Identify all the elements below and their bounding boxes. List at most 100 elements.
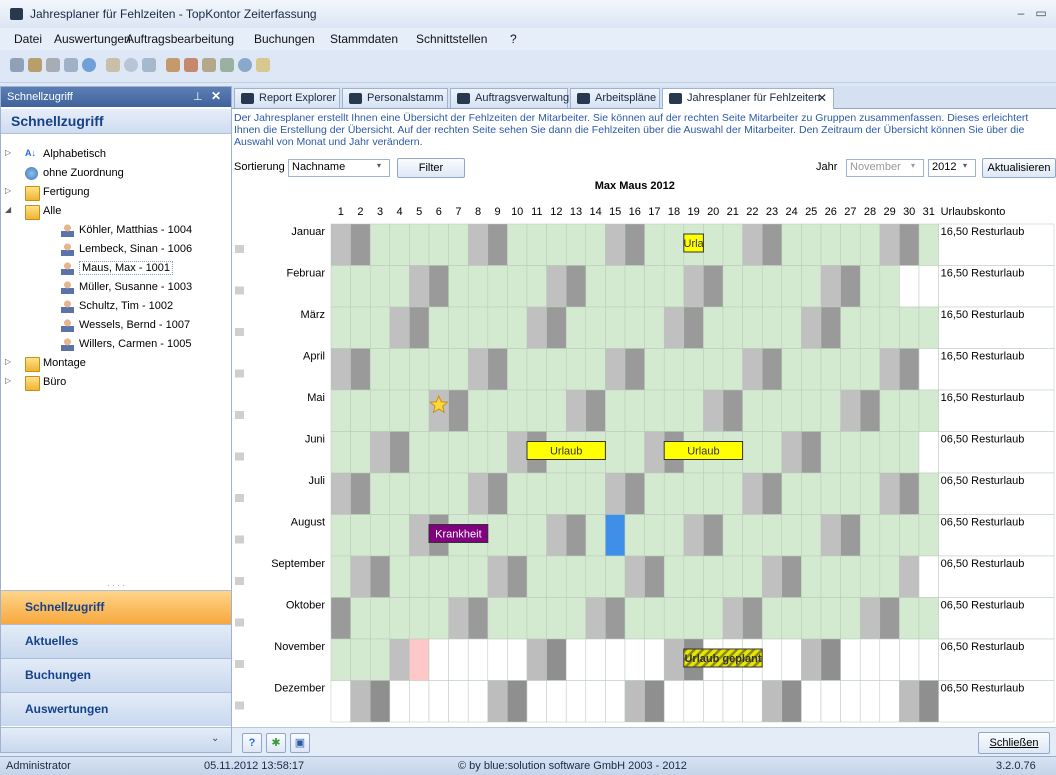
day-cell[interactable] [859, 472, 881, 515]
day-cell[interactable] [565, 389, 587, 432]
expand-icon[interactable]: ▷ [5, 357, 11, 366]
day-cell[interactable] [820, 680, 841, 723]
day-cell[interactable] [585, 265, 606, 308]
day-cell[interactable] [859, 680, 881, 723]
day-cell[interactable] [840, 597, 861, 640]
day-cell[interactable] [585, 514, 606, 557]
minimize-icon[interactable]: – [1014, 6, 1028, 20]
day-cell[interactable] [546, 306, 567, 349]
day-cell[interactable] [644, 680, 665, 723]
day-cell[interactable] [467, 348, 489, 391]
day-cell[interactable] [840, 431, 861, 474]
day-cell[interactable] [781, 348, 802, 391]
day-cell[interactable] [742, 265, 763, 308]
day-cell[interactable] [389, 223, 410, 266]
day-cell[interactable] [330, 680, 351, 723]
day-cell[interactable] [330, 389, 351, 432]
day-cell[interactable] [409, 638, 430, 681]
day-cell[interactable] [899, 555, 920, 598]
day-cell[interactable] [546, 597, 567, 640]
day-cell[interactable] [644, 514, 665, 557]
day-cell[interactable] [761, 680, 783, 723]
tree-item[interactable]: Schultz, Tim - 1002 [1, 297, 226, 316]
day-cell[interactable] [644, 348, 665, 391]
day-cell[interactable] [565, 348, 587, 391]
day-cell[interactable] [624, 265, 645, 308]
day-cell[interactable] [918, 265, 939, 308]
day-cell[interactable] [428, 638, 449, 681]
day-cell[interactable] [350, 680, 371, 723]
user-group-icon[interactable] [46, 58, 60, 72]
day-cell[interactable] [801, 389, 822, 432]
expand-icon[interactable]: ▷ [5, 148, 11, 157]
tab[interactable]: Jahresplaner für Fehlzeiten ✕ [662, 88, 834, 109]
day-cell[interactable] [330, 597, 351, 640]
day-cell[interactable] [448, 680, 469, 723]
day-cell[interactable] [350, 265, 371, 308]
day-cell[interactable] [448, 306, 469, 349]
day-cell[interactable] [507, 265, 528, 308]
nav-button[interactable]: Schnellzugriff [1, 590, 231, 624]
day-cell[interactable] [467, 306, 489, 349]
day-cell[interactable] [644, 431, 665, 474]
day-cell[interactable] [507, 223, 528, 266]
day-cell[interactable] [409, 306, 430, 349]
day-cell[interactable] [663, 514, 685, 557]
day-cell[interactable] [605, 431, 626, 474]
day-cell[interactable] [350, 348, 371, 391]
day-cell[interactable] [742, 306, 763, 349]
day-cell[interactable] [507, 680, 528, 723]
day-cell[interactable] [663, 306, 685, 349]
day-cell[interactable] [624, 431, 645, 474]
person-time-icon[interactable] [184, 58, 198, 72]
day-cell[interactable] [565, 472, 587, 515]
day-cell[interactable] [683, 306, 704, 349]
day-cell[interactable] [742, 348, 763, 391]
day-cell[interactable] [526, 638, 547, 681]
day-cell[interactable] [703, 265, 724, 308]
day-cell[interactable] [389, 514, 410, 557]
day-cell[interactable] [428, 223, 449, 266]
day-cell[interactable] [350, 597, 371, 640]
menu-item[interactable]: Stammdaten [330, 32, 398, 46]
day-cell[interactable] [585, 472, 606, 515]
day-cell[interactable] [330, 638, 351, 681]
day-cell[interactable] [546, 680, 567, 723]
nav-button[interactable]: Aktuelles [1, 624, 231, 658]
day-cell[interactable] [428, 265, 449, 308]
tools-icon[interactable] [64, 58, 78, 72]
day-cell[interactable] [565, 638, 587, 681]
day-cell[interactable] [330, 265, 351, 308]
day-cell[interactable] [683, 389, 704, 432]
day-cell[interactable] [879, 348, 900, 391]
day-cell[interactable] [487, 223, 508, 266]
day-cell[interactable] [879, 680, 900, 723]
day-cell[interactable] [899, 472, 920, 515]
day-cell[interactable] [330, 306, 351, 349]
day-cell[interactable] [859, 348, 881, 391]
day-cell[interactable] [526, 223, 547, 266]
day-cell[interactable] [526, 514, 547, 557]
day-cell[interactable] [663, 555, 685, 598]
day-cell[interactable] [585, 555, 606, 598]
day-cell[interactable] [781, 265, 802, 308]
day-cell[interactable] [585, 597, 606, 640]
day-cell[interactable] [350, 472, 371, 515]
day-cell[interactable] [761, 306, 783, 349]
day-cell[interactable] [820, 431, 841, 474]
day-cell[interactable] [350, 223, 371, 266]
day-cell[interactable] [526, 306, 547, 349]
tab[interactable]: Report Explorer [234, 88, 340, 108]
day-cell[interactable] [899, 431, 920, 474]
expand-icon[interactable]: ▷ [5, 186, 11, 195]
day-cell[interactable] [369, 306, 391, 349]
day-cell[interactable] [761, 597, 783, 640]
day-cell[interactable] [546, 472, 567, 515]
day-cell[interactable] [350, 555, 371, 598]
day-cell[interactable] [918, 638, 939, 681]
day-cell[interactable] [859, 555, 881, 598]
day-cell[interactable] [683, 472, 704, 515]
menu-item[interactable]: Buchungen [254, 32, 315, 46]
tree-item[interactable]: ◢ Alle [1, 202, 226, 221]
day-cell[interactable] [409, 472, 430, 515]
